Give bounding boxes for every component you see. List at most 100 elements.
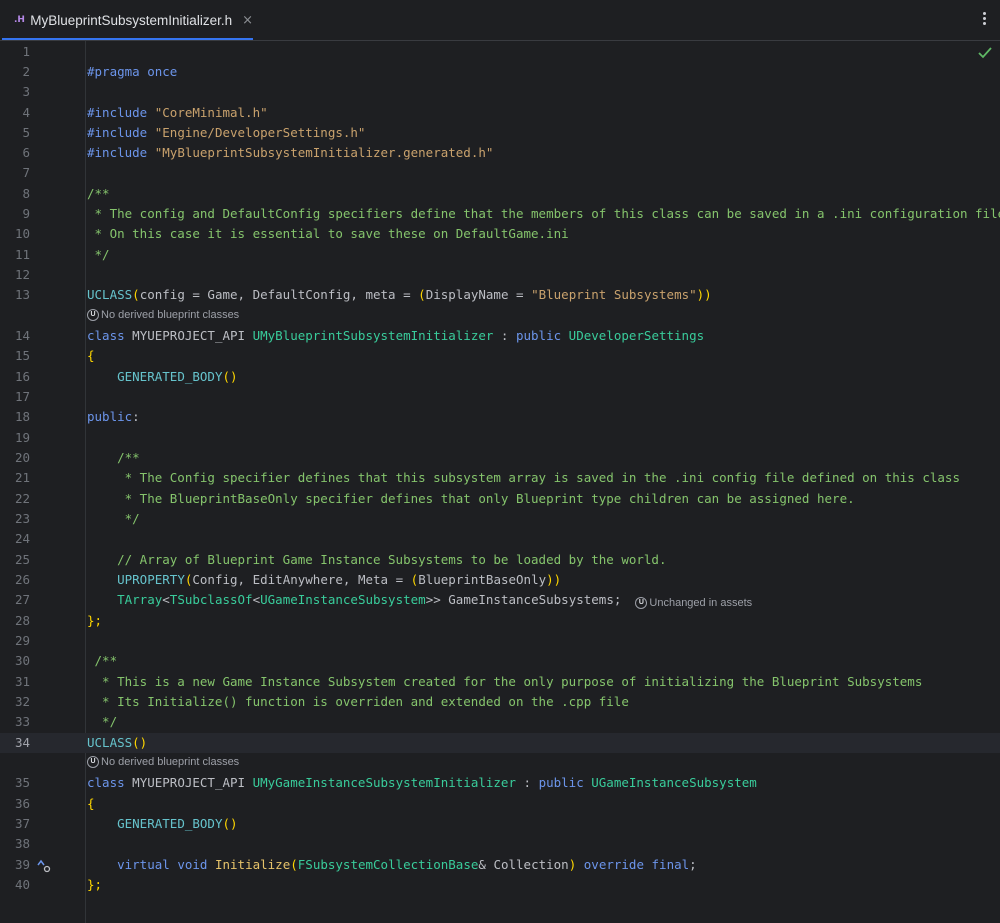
code-line: 29 bbox=[0, 631, 1000, 651]
code-line: 14 class MYUEPROJECT_API UMyBlueprintSubs… bbox=[0, 326, 1000, 346]
code-line: 11 */ bbox=[0, 245, 1000, 265]
specifier: Config bbox=[192, 572, 238, 587]
paren: )) bbox=[696, 287, 712, 302]
class-name: UMyGameInstanceSubsystemInitializer bbox=[252, 775, 516, 790]
brace: { bbox=[87, 796, 95, 811]
code-text: = bbox=[388, 572, 411, 587]
hint-text: Unchanged in assets bbox=[649, 597, 753, 609]
override-gutter-icon[interactable] bbox=[37, 859, 51, 873]
code-vision-hint[interactable]: U No derived blueprint classes bbox=[0, 306, 1000, 326]
code-text: , bbox=[350, 287, 366, 302]
code-editor[interactable]: 1 2 #pragma once 3 4 #include "CoreMinimal… bbox=[0, 41, 1000, 923]
paren: ( bbox=[418, 287, 426, 302]
code-line: 15 { bbox=[0, 346, 1000, 366]
line-number: 21 bbox=[14, 470, 30, 485]
line-number: 37 bbox=[14, 816, 30, 831]
comment: * Its Initialize() function is overriden… bbox=[87, 694, 629, 709]
code-line: 3 bbox=[0, 82, 1000, 102]
keyword: public bbox=[515, 328, 562, 343]
include-keyword: #include bbox=[87, 125, 148, 140]
comment: * On this case it is essential to save t… bbox=[87, 226, 569, 241]
comment: * The BlueprintBaseOnly specifier define… bbox=[87, 491, 855, 506]
line-number: 1 bbox=[22, 44, 30, 59]
code-text: = bbox=[508, 287, 532, 302]
line-number: 35 bbox=[14, 775, 30, 790]
code-text: : bbox=[132, 409, 140, 424]
line-number: 16 bbox=[14, 369, 30, 384]
comment: */ bbox=[87, 247, 110, 262]
code-line: 28}; bbox=[0, 611, 1000, 631]
include-keyword: #include bbox=[87, 145, 148, 160]
unreal-icon: U bbox=[87, 756, 99, 768]
code-line: 9 * The config and DefaultConfig specifi… bbox=[0, 204, 1000, 224]
code-text: ; bbox=[689, 857, 697, 872]
keyword: virtual bbox=[117, 857, 170, 872]
line-number: 28 bbox=[14, 613, 30, 628]
close-icon[interactable]: × bbox=[242, 13, 253, 28]
class-name: UGameInstanceSubsystem bbox=[591, 775, 757, 790]
code-line: 24 bbox=[0, 529, 1000, 549]
comment: /** bbox=[87, 653, 118, 668]
current-code-line: 34 UCLASS() bbox=[0, 733, 1000, 753]
include-path: "MyBlueprintSubsystemInitializer.generat… bbox=[147, 145, 494, 160]
code-line: 2 #pragma once bbox=[0, 62, 1000, 82]
line-number: 17 bbox=[14, 389, 30, 404]
code-line: 12 bbox=[0, 265, 1000, 285]
keyword: public bbox=[538, 775, 584, 790]
class-name: UMyBlueprintSubsystemInitializer bbox=[252, 328, 494, 343]
type-name: UGameInstanceSubsystem bbox=[260, 592, 426, 607]
specifier: meta bbox=[365, 287, 396, 302]
specifier: Meta bbox=[357, 572, 389, 587]
comment: // Array of Blueprint Game Instance Subs… bbox=[87, 552, 667, 567]
unreal-icon: U bbox=[87, 309, 99, 321]
code-text: ; bbox=[613, 592, 622, 607]
macro-name: GENERATED_BODY bbox=[117, 369, 223, 384]
file-tab-label: MyBlueprintSubsystemInitializer.h bbox=[30, 12, 233, 28]
keyword: public bbox=[87, 409, 133, 424]
line-number: 2 bbox=[22, 64, 30, 79]
macro-name: UCLASS bbox=[87, 735, 133, 750]
specifier: EditAnywhere bbox=[252, 572, 343, 587]
code-line: 38 bbox=[0, 834, 1000, 854]
code-line: 39 virtual void Initialize(FSubsystemCol… bbox=[0, 855, 1000, 875]
type-name: FSubsystemCollectionBase bbox=[297, 857, 479, 872]
line-number: 9 bbox=[22, 206, 30, 221]
hint-text: No derived blueprint classes bbox=[101, 756, 240, 768]
line-number: 3 bbox=[22, 84, 30, 99]
comment: */ bbox=[87, 714, 118, 729]
line-number: 13 bbox=[14, 287, 30, 302]
line-number: 8 bbox=[22, 186, 30, 201]
comment: /** bbox=[87, 186, 110, 201]
line-number: 14 bbox=[14, 328, 30, 343]
comment: * The Config specifier defines that this… bbox=[87, 470, 960, 485]
code-vision-hint[interactable]: U Unchanged in assets bbox=[635, 597, 752, 609]
code-line: 35 class MYUEPROJECT_API UMyGameInstanceS… bbox=[0, 773, 1000, 793]
more-options-icon[interactable] bbox=[978, 10, 990, 30]
paren: )) bbox=[546, 572, 562, 587]
code-line: 1 bbox=[0, 42, 1000, 62]
code-line: 32 * Its Initialize() function is overri… bbox=[0, 692, 1000, 712]
code-line: 13 UCLASS(config = Game, DefaultConfig, m… bbox=[0, 285, 1000, 305]
code-line: 19 bbox=[0, 428, 1000, 448]
specifier: DisplayName bbox=[425, 287, 509, 302]
code-line: 22 * The BlueprintBaseOnly specifier def… bbox=[0, 489, 1000, 509]
include-path: "CoreMinimal.h" bbox=[147, 105, 268, 120]
code-text: : bbox=[493, 328, 516, 343]
file-tab[interactable]: .H MyBlueprintSubsystemInitializer.h × bbox=[2, 2, 253, 40]
line-number: 33 bbox=[14, 714, 30, 729]
code-line: 25 // Array of Blueprint Game Instance S… bbox=[0, 550, 1000, 570]
code-line: 7 bbox=[0, 163, 1000, 183]
comment: * The config and DefaultConfig specifier… bbox=[87, 206, 1000, 221]
code-line: 21 * The Config specifier defines that t… bbox=[0, 468, 1000, 488]
code-vision-hint[interactable]: U No derived blueprint classes bbox=[0, 753, 1000, 773]
keyword: override bbox=[583, 857, 644, 872]
specifier: config bbox=[139, 287, 185, 302]
keyword: void bbox=[177, 857, 208, 872]
code-line: 10 * On this case it is essential to sav… bbox=[0, 224, 1000, 244]
line-number: 12 bbox=[14, 267, 30, 282]
code-line: 17 bbox=[0, 387, 1000, 407]
